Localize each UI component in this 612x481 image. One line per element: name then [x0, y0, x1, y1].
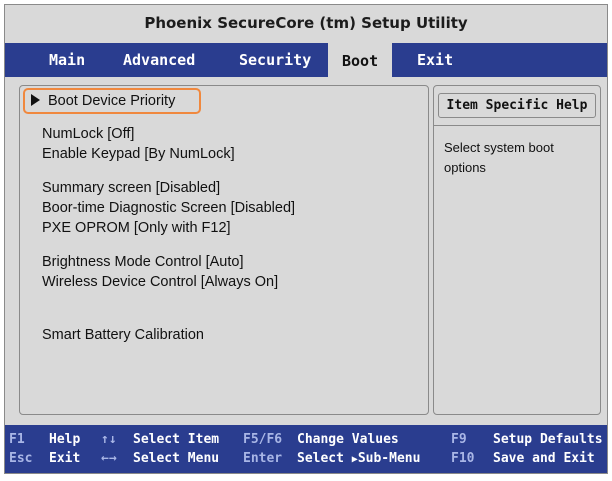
- bios-window: Phoenix SecureCore (tm) Setup Utility Ma…: [4, 4, 608, 474]
- numlock-item[interactable]: NumLock [Off]: [42, 126, 134, 142]
- tab-security[interactable]: Security: [239, 43, 311, 77]
- tab-main[interactable]: Main: [49, 43, 85, 77]
- brightness-mode-item[interactable]: Brightness Mode Control [Auto]: [42, 254, 244, 270]
- submenu-arrow-icon: [31, 94, 40, 106]
- select-menu-label: Select Menu: [133, 451, 220, 466]
- boot-device-priority-label: Boot Device Priority: [48, 93, 176, 109]
- f9-key: F9: [451, 432, 467, 447]
- change-values-label: Change Values: [297, 432, 399, 447]
- window-title: Phoenix SecureCore (tm) Setup Utility: [144, 14, 468, 32]
- smart-battery-item[interactable]: Smart Battery Calibration: [42, 327, 204, 343]
- menu-bar: Main Advanced Security Boot Exit: [5, 43, 607, 77]
- f1-key: F1: [9, 432, 25, 447]
- f10-key: F10: [451, 451, 475, 466]
- pxe-oprom-item[interactable]: PXE OPROM [Only with F12]: [42, 220, 231, 236]
- help-title: Item Specific Help: [437, 93, 597, 118]
- esc-key: Esc: [9, 451, 33, 466]
- tab-advanced[interactable]: Advanced: [123, 43, 195, 77]
- help-label: Help: [49, 432, 81, 447]
- help-panel: Item Specific Help Select system boot op…: [433, 85, 601, 415]
- leftright-arrows-icon: ←→: [101, 451, 117, 466]
- select-label: Select: [297, 451, 344, 466]
- submenu-label: Sub-Menu: [357, 451, 421, 466]
- setup-defaults-label: Setup Defaults: [493, 432, 603, 447]
- exit-label: Exit: [49, 451, 81, 466]
- help-header: Item Specific Help: [434, 86, 600, 126]
- save-exit-label: Save and Exit: [493, 451, 595, 466]
- enable-keypad-item[interactable]: Enable Keypad [By NumLock]: [42, 146, 235, 162]
- updown-arrows-icon: ↑↓: [101, 432, 117, 447]
- key-legend: F1 Help Esc Exit ↑↓ Select Item ←→ Selec…: [5, 425, 607, 473]
- help-text: Select system boot options: [444, 140, 554, 175]
- settings-panel: Boot Device Priority NumLock [Off] Enabl…: [19, 85, 429, 415]
- summary-screen-item[interactable]: Summary screen [Disabled]: [42, 180, 220, 196]
- enter-key: Enter: [243, 451, 283, 466]
- wireless-device-item[interactable]: Wireless Device Control [Always On]: [42, 274, 278, 290]
- boot-device-priority-item[interactable]: Boot Device Priority: [23, 88, 202, 114]
- boot-diagnostic-screen-item[interactable]: Boor-time Diagnostic Screen [Disabled]: [42, 200, 295, 216]
- tab-exit[interactable]: Exit: [417, 43, 453, 77]
- select-submenu-label: Select ▶Sub-Menu: [297, 451, 420, 466]
- select-item-label: Select Item: [133, 432, 220, 447]
- f5f6-key: F5/F6: [243, 432, 283, 447]
- tab-boot[interactable]: Boot: [328, 43, 393, 77]
